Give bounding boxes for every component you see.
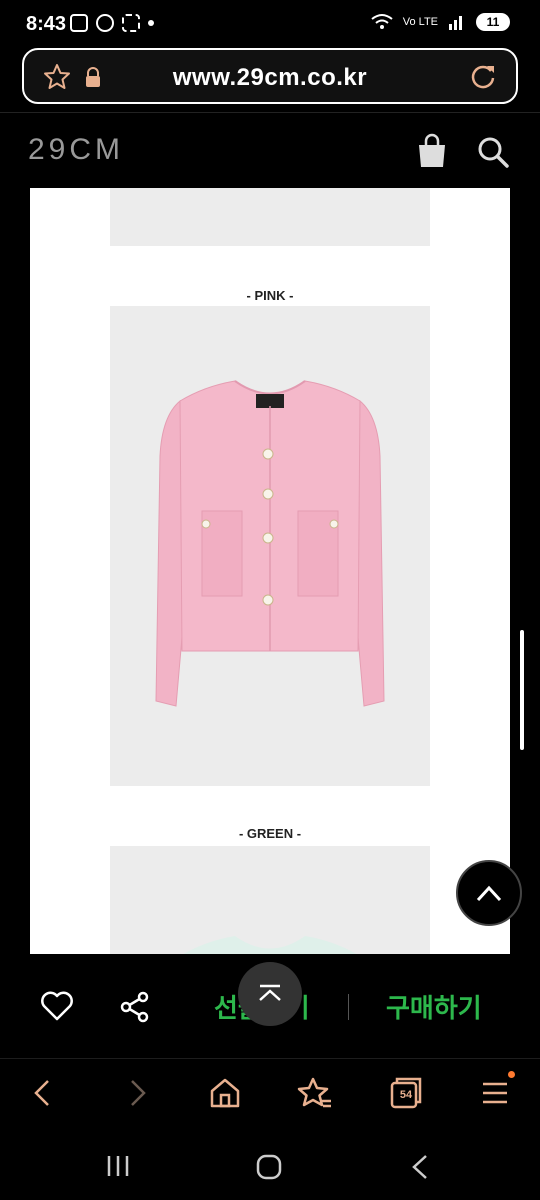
signal-icon <box>449 16 462 30</box>
color-label-pink: - PINK - <box>246 288 294 303</box>
system-navigation-bar <box>0 1134 540 1200</box>
wifi-icon <box>371 14 393 29</box>
notification-icons <box>70 14 154 32</box>
chevron-up-icon <box>476 885 502 902</box>
status-bar: 8:43 Vo LTE 11 <box>0 0 540 46</box>
status-right: Vo LTE 11 <box>371 13 510 31</box>
browser-toolbar: 54 <box>0 1058 540 1135</box>
floating-toolbar-toggle[interactable] <box>238 962 302 1026</box>
gallery-notification-icon <box>70 14 88 32</box>
back-icon[interactable] <box>26 1075 62 1111</box>
home-icon[interactable] <box>207 1075 243 1111</box>
share-icon[interactable] <box>118 990 152 1024</box>
url-text[interactable]: www.29cm.co.kr <box>24 64 516 92</box>
site-logo[interactable]: 29CM <box>28 133 124 167</box>
buy-button[interactable]: 구매하기 <box>386 988 482 1025</box>
action-divider <box>348 994 349 1020</box>
site-header: 29CM <box>0 112 540 189</box>
alarm-notification-icon <box>96 14 114 32</box>
system-back-icon[interactable] <box>406 1152 434 1182</box>
more-notifications-dot <box>148 20 154 26</box>
page-scrollbar[interactable] <box>520 630 524 750</box>
scroll-to-top-button[interactable] <box>456 860 522 926</box>
app-notification-icon <box>122 14 140 32</box>
pink-jacket-illustration <box>155 380 385 707</box>
address-bar[interactable]: www.29cm.co.kr <box>22 48 518 104</box>
menu-icon[interactable] <box>477 1075 513 1111</box>
forward-icon[interactable] <box>118 1075 154 1111</box>
green-jacket-image <box>110 846 430 954</box>
previous-product-image <box>110 188 430 246</box>
menu-notification-dot <box>508 1071 515 1078</box>
home-button-icon[interactable] <box>254 1152 284 1182</box>
network-label: Vo LTE <box>402 16 438 28</box>
status-time: 8:43 <box>26 13 67 35</box>
heart-icon[interactable] <box>40 990 74 1022</box>
shopping-bag-icon[interactable] <box>416 133 448 169</box>
product-detail-content[interactable]: - PINK - - GREEN - <box>30 188 510 954</box>
bookmarks-icon[interactable] <box>297 1075 333 1111</box>
search-icon[interactable] <box>476 135 510 169</box>
reload-icon[interactable] <box>468 62 498 92</box>
green-jacket-illustration <box>183 936 357 954</box>
pink-jacket-image <box>110 306 430 786</box>
recent-apps-icon[interactable] <box>104 1152 132 1180</box>
color-label-green: - GREEN - <box>238 826 302 841</box>
product-action-bar: 선물하기 구매하기 <box>0 954 540 1058</box>
tabs-count: 54 <box>399 1089 413 1101</box>
collapse-up-icon <box>259 984 281 1001</box>
battery-indicator: 11 <box>476 13 510 31</box>
